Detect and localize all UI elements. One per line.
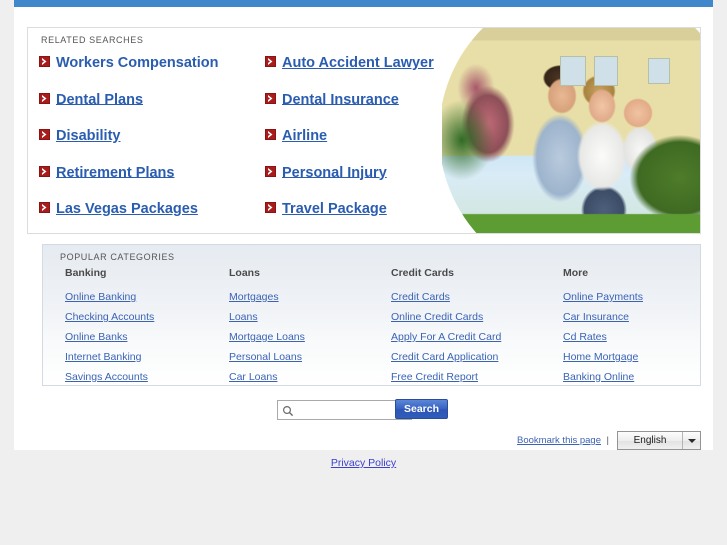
category-link[interactable]: Online Credit Cards xyxy=(391,311,551,323)
category-link[interactable]: Personal Loans xyxy=(229,351,389,363)
related-link-item[interactable]: Workers Compensation xyxy=(39,54,219,72)
related-link-item[interactable]: Disability xyxy=(39,127,120,145)
related-link-label[interactable]: Travel Package xyxy=(282,201,387,217)
language-select[interactable]: English xyxy=(617,431,701,450)
related-link-item[interactable]: Dental Insurance xyxy=(265,91,399,109)
category-link[interactable]: Free Credit Report xyxy=(391,371,551,383)
category-link[interactable]: Online Banks xyxy=(65,331,225,343)
house-window xyxy=(648,58,670,84)
related-link-label[interactable]: Airline xyxy=(282,128,327,144)
related-searches-heading: RELATED SEARCHES xyxy=(41,35,144,45)
related-link-label[interactable]: Workers Compensation xyxy=(56,55,219,71)
house-window xyxy=(560,56,586,86)
related-row: Dental Plans Dental Insurance xyxy=(28,91,468,128)
category-link[interactable]: Apply For A Credit Card xyxy=(391,331,551,343)
red-chevron-icon xyxy=(265,92,276,104)
category-link[interactable]: Loans xyxy=(229,311,389,323)
category-link[interactable]: Online Banking xyxy=(65,291,225,303)
related-link-label[interactable]: Las Vegas Packages xyxy=(56,201,198,217)
category-column-header: Loans xyxy=(229,267,260,279)
related-searches-list: Workers Compensation Auto Accident Lawye… xyxy=(28,54,468,233)
chevron-down-icon[interactable] xyxy=(682,432,700,449)
family-house-photo xyxy=(442,28,700,233)
related-searches-panel: RELATED SEARCHES Workers Compensation Au… xyxy=(27,27,701,234)
related-link-label[interactable]: Dental Insurance xyxy=(282,91,399,107)
category-link[interactable]: Banking Online xyxy=(563,371,723,383)
footer-separator: | xyxy=(606,435,609,446)
category-column-more: More Online Payments Car Insurance Cd Ra… xyxy=(563,267,723,391)
related-link-item[interactable]: Airline xyxy=(265,127,327,145)
related-link-item[interactable]: Personal Injury xyxy=(265,164,387,182)
page-container: RELATED SEARCHES Workers Compensation Au… xyxy=(14,0,713,450)
red-chevron-icon xyxy=(265,56,276,68)
related-link-item[interactable]: Travel Package xyxy=(265,200,387,218)
red-chevron-icon xyxy=(39,129,50,141)
red-chevron-icon xyxy=(39,202,50,214)
related-link-label[interactable]: Personal Injury xyxy=(282,164,387,180)
related-link-label[interactable]: Disability xyxy=(56,128,120,144)
category-column-header: Banking xyxy=(65,267,107,279)
red-chevron-icon xyxy=(265,165,276,177)
category-link[interactable]: Car Loans xyxy=(229,371,389,383)
related-link-item[interactable]: Auto Accident Lawyer xyxy=(265,54,434,72)
red-chevron-icon xyxy=(265,129,276,141)
red-chevron-icon xyxy=(39,56,50,68)
related-link-item[interactable]: Dental Plans xyxy=(39,91,143,109)
category-link[interactable]: Credit Cards xyxy=(391,291,551,303)
red-chevron-icon xyxy=(39,165,50,177)
bookmark-page-link[interactable]: Bookmark this page xyxy=(517,435,601,446)
related-row: Workers Compensation Auto Accident Lawye… xyxy=(28,54,468,91)
related-link-item[interactable]: Las Vegas Packages xyxy=(39,200,198,218)
related-row: Disability Airline xyxy=(28,127,468,164)
popular-categories-heading: POPULAR CATEGORIES xyxy=(60,252,175,262)
search-input[interactable] xyxy=(277,400,412,420)
top-accent-bar xyxy=(14,0,713,7)
privacy-policy-row: Privacy Policy xyxy=(0,457,727,469)
red-chevron-icon xyxy=(39,92,50,104)
category-column-loans: Loans Mortgages Loans Mortgage Loans Per… xyxy=(229,267,389,391)
house-window xyxy=(594,56,618,86)
privacy-policy-link[interactable]: Privacy Policy xyxy=(331,457,396,469)
category-link[interactable]: Mortgages xyxy=(229,291,389,303)
popular-categories-panel: POPULAR CATEGORIES Banking Online Bankin… xyxy=(42,244,701,386)
category-link[interactable]: Home Mortgage xyxy=(563,351,723,363)
related-link-label[interactable]: Auto Accident Lawyer xyxy=(282,55,434,71)
search-area: Search xyxy=(262,399,522,422)
category-link[interactable]: Checking Accounts xyxy=(65,311,225,323)
related-row: Las Vegas Packages Travel Package xyxy=(28,200,468,233)
search-button[interactable]: Search xyxy=(395,399,448,419)
category-column-banking: Banking Online Banking Checking Accounts… xyxy=(65,267,225,391)
category-link[interactable]: Online Payments xyxy=(563,291,723,303)
related-link-label[interactable]: Dental Plans xyxy=(56,91,143,107)
red-chevron-icon xyxy=(265,202,276,214)
category-link[interactable]: Mortgage Loans xyxy=(229,331,389,343)
category-link[interactable]: Internet Banking xyxy=(65,351,225,363)
category-column-header: More xyxy=(563,267,589,279)
related-link-item[interactable]: Retirement Plans xyxy=(39,164,174,182)
language-select-value: English xyxy=(633,435,667,446)
category-link[interactable]: Credit Card Application xyxy=(391,351,551,363)
category-link[interactable]: Cd Rates xyxy=(563,331,723,343)
related-row: Retirement Plans Personal Injury xyxy=(28,164,468,201)
photo-image xyxy=(442,28,700,233)
related-link-label[interactable]: Retirement Plans xyxy=(56,164,174,180)
category-column-header: Credit Cards xyxy=(391,267,455,279)
category-link[interactable]: Savings Accounts xyxy=(65,371,225,383)
category-column-credit-cards: Credit Cards Credit Cards Online Credit … xyxy=(391,267,551,391)
category-link[interactable]: Car Insurance xyxy=(563,311,723,323)
